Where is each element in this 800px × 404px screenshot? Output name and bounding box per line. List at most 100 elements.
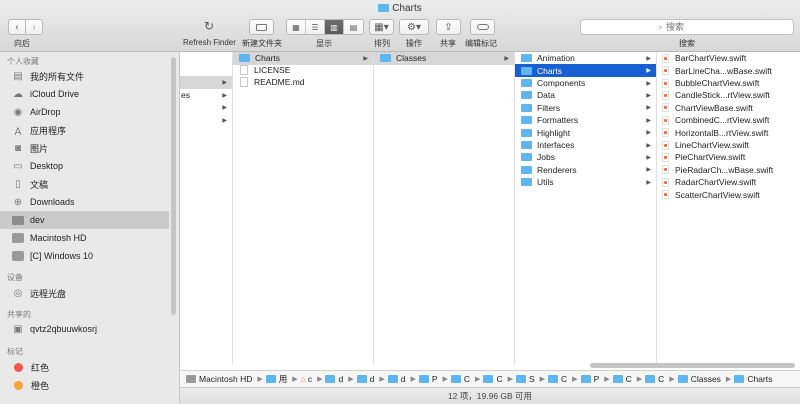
path-segment[interactable]: C [483, 374, 503, 384]
path-segment[interactable]: C [450, 374, 470, 384]
list-item-folder[interactable]: Data ▶ [515, 89, 656, 102]
path-segment[interactable]: P [580, 374, 600, 384]
sidebar-item-remote-disc[interactable]: ◎ 远程光盘 [0, 284, 169, 302]
sidebar-item-label: 应用程序 [30, 125, 67, 136]
column-view-button[interactable]: ▥ [325, 20, 344, 34]
list-item-folder[interactable]: Filters ▶ [515, 102, 656, 115]
back-button[interactable]: ‹ [8, 19, 26, 35]
list-item-file[interactable]: README.md [233, 76, 373, 89]
icon-view-button[interactable]: ▦ [287, 20, 306, 34]
cover-flow-button[interactable]: ▤ [344, 20, 363, 34]
arrange-button[interactable]: ▦▾ [369, 19, 394, 35]
action-button[interactable]: ⚙▾ [399, 19, 429, 35]
share-button[interactable]: ⇪ [436, 19, 461, 35]
list-item-folder[interactable]: Classes ▶ [374, 52, 514, 65]
list-item-file[interactable]: CombinedC...rtView.swift [657, 114, 800, 127]
list-item-file[interactable]: BubbleChartView.swift [657, 77, 800, 90]
airdrop-icon: ◉ [13, 106, 23, 118]
column-1: ▶ es ▶ ▶ ▶ [180, 52, 233, 364]
sidebar-item-airdrop[interactable]: ◉ AirDrop [0, 103, 169, 121]
list-item-folder[interactable]: Renderers ▶ [515, 164, 656, 177]
folder-icon [521, 54, 532, 63]
search-field[interactable]: ⌕ [580, 19, 794, 35]
tags-header: 标记 [7, 347, 23, 356]
sidebar-item-label: 远程光盘 [30, 288, 67, 299]
list-item-folder[interactable]: Components ▶ [515, 77, 656, 90]
refresh-button[interactable]: ↻ [200, 18, 218, 34]
path-segment[interactable]: Macintosh HD [186, 374, 252, 384]
list-item-label: CandleStick...rtView.swift [675, 90, 770, 101]
path-segment[interactable]: Classes [677, 374, 721, 384]
list-item-file[interactable]: CandleStick...rtView.swift [657, 89, 800, 102]
list-item-label: Formatters [537, 115, 579, 126]
list-item[interactable]: ▶ [180, 76, 232, 89]
list-item-file[interactable]: BarChartView.swift [657, 52, 800, 65]
sidebar-item-tag-red[interactable]: 红色 [0, 358, 169, 376]
list-item-folder[interactable]: Charts ▶ [515, 64, 656, 77]
list-view-button[interactable]: ☰ [306, 20, 325, 34]
list-item-file[interactable]: ChartViewBase.swift [657, 102, 800, 115]
list-item-label: Renderers [537, 164, 577, 175]
list-item-folder[interactable]: Animation ▶ [515, 52, 656, 65]
list-item-folder[interactable]: Formatters ▶ [515, 114, 656, 127]
window-title-text: Charts [392, 3, 422, 14]
list-item-file[interactable]: PieRadarCh...wBase.swift [657, 164, 800, 177]
forward-button[interactable]: › [25, 19, 43, 35]
swift-file-icon [662, 190, 669, 200]
list-item-folder[interactable]: Charts ▶ [233, 52, 373, 65]
sidebar-item-desktop[interactable]: ▭ Desktop [0, 157, 169, 175]
chevron-right-icon: ▶ [646, 92, 651, 99]
path-segment[interactable]: C [645, 374, 664, 384]
sidebar-item-icloud-drive[interactable]: ☁ iCloud Drive [0, 85, 169, 103]
horizontal-scrollbar[interactable] [590, 363, 795, 368]
list-item-file[interactable]: ScatterChartView.swift [657, 188, 800, 201]
path-segment[interactable]: Charts [734, 374, 772, 384]
list-item-folder[interactable]: Utils ▶ [515, 176, 656, 189]
path-segment[interactable]: d [325, 374, 343, 384]
path-segment[interactable]: S [515, 374, 535, 384]
path-segment[interactable]: 用 [265, 373, 287, 385]
edit-tags-button[interactable] [470, 19, 495, 35]
column-4: Animation ▶ Charts ▶ Components ▶ Data ▶ Fil… [515, 52, 657, 364]
sidebar-item-documents[interactable]: ▯ 文稿 [0, 175, 169, 193]
list-item[interactable]: ▶ [180, 114, 232, 127]
list-item-file[interactable]: LICENSE [233, 64, 373, 77]
sidebar-item-pictures[interactable]: ◙ 图片 [0, 139, 169, 157]
sidebar-item-downloads[interactable]: ⊕ Downloads [0, 193, 169, 211]
list-item-file[interactable]: HorizontalB...rtView.swift [657, 126, 800, 139]
new-folder-button[interactable] [249, 19, 274, 35]
path-segment-label: P [593, 374, 600, 384]
sidebar-item-shared-computer[interactable]: ▣ qvtz2qbuuwkosrj [0, 320, 169, 338]
list-item-file[interactable]: BarLineCha...wBase.swift [657, 64, 800, 77]
sidebar-item-windows-10[interactable]: [C] Windows 10 [0, 247, 169, 265]
path-segment[interactable]: P [418, 374, 438, 384]
sidebar-item-applications[interactable]: Ａ 应用程序 [0, 121, 169, 139]
list-item-file[interactable]: LineChartView.swift [657, 139, 800, 152]
sidebar-scrollbar[interactable] [170, 52, 177, 404]
folder-icon [378, 4, 390, 12]
tag-icon [476, 24, 489, 30]
list-item-folder[interactable]: Interfaces ▶ [515, 139, 656, 152]
sidebar-item-tag-orange[interactable]: 橙色 [0, 376, 169, 394]
sidebar-item-macintosh-hd[interactable]: Macintosh HD [0, 229, 169, 247]
list-item[interactable]: es ▶ [180, 89, 232, 102]
path-segment[interactable]: ⌂ c [301, 374, 312, 384]
path-segment-label: C [561, 374, 568, 384]
sidebar-scroll-thumb[interactable] [171, 57, 176, 315]
path-segment[interactable]: d [387, 374, 405, 384]
sidebar-item-dev[interactable]: dev [0, 211, 169, 229]
list-item-file[interactable]: RadarChartView.swift [657, 176, 800, 189]
path-segment[interactable]: d [356, 374, 374, 384]
applications-icon: Ａ [13, 126, 23, 138]
list-item-folder[interactable]: Jobs ▶ [515, 151, 656, 164]
sidebar-item-label: Downloads [30, 197, 75, 207]
sidebar-item-all-files[interactable]: ▤ 我的所有文件 [0, 67, 169, 85]
path-segment[interactable]: C [548, 374, 567, 384]
list-item-label: Charts [255, 53, 281, 64]
list-item-file[interactable]: PieChartView.swift [657, 151, 800, 164]
list-item[interactable]: ▶ [180, 101, 232, 114]
search-input[interactable] [666, 22, 717, 32]
chevron-right-icon: ▶ [222, 117, 227, 124]
path-segment[interactable]: C [612, 374, 632, 384]
list-item-folder[interactable]: Highlight ▶ [515, 126, 656, 139]
